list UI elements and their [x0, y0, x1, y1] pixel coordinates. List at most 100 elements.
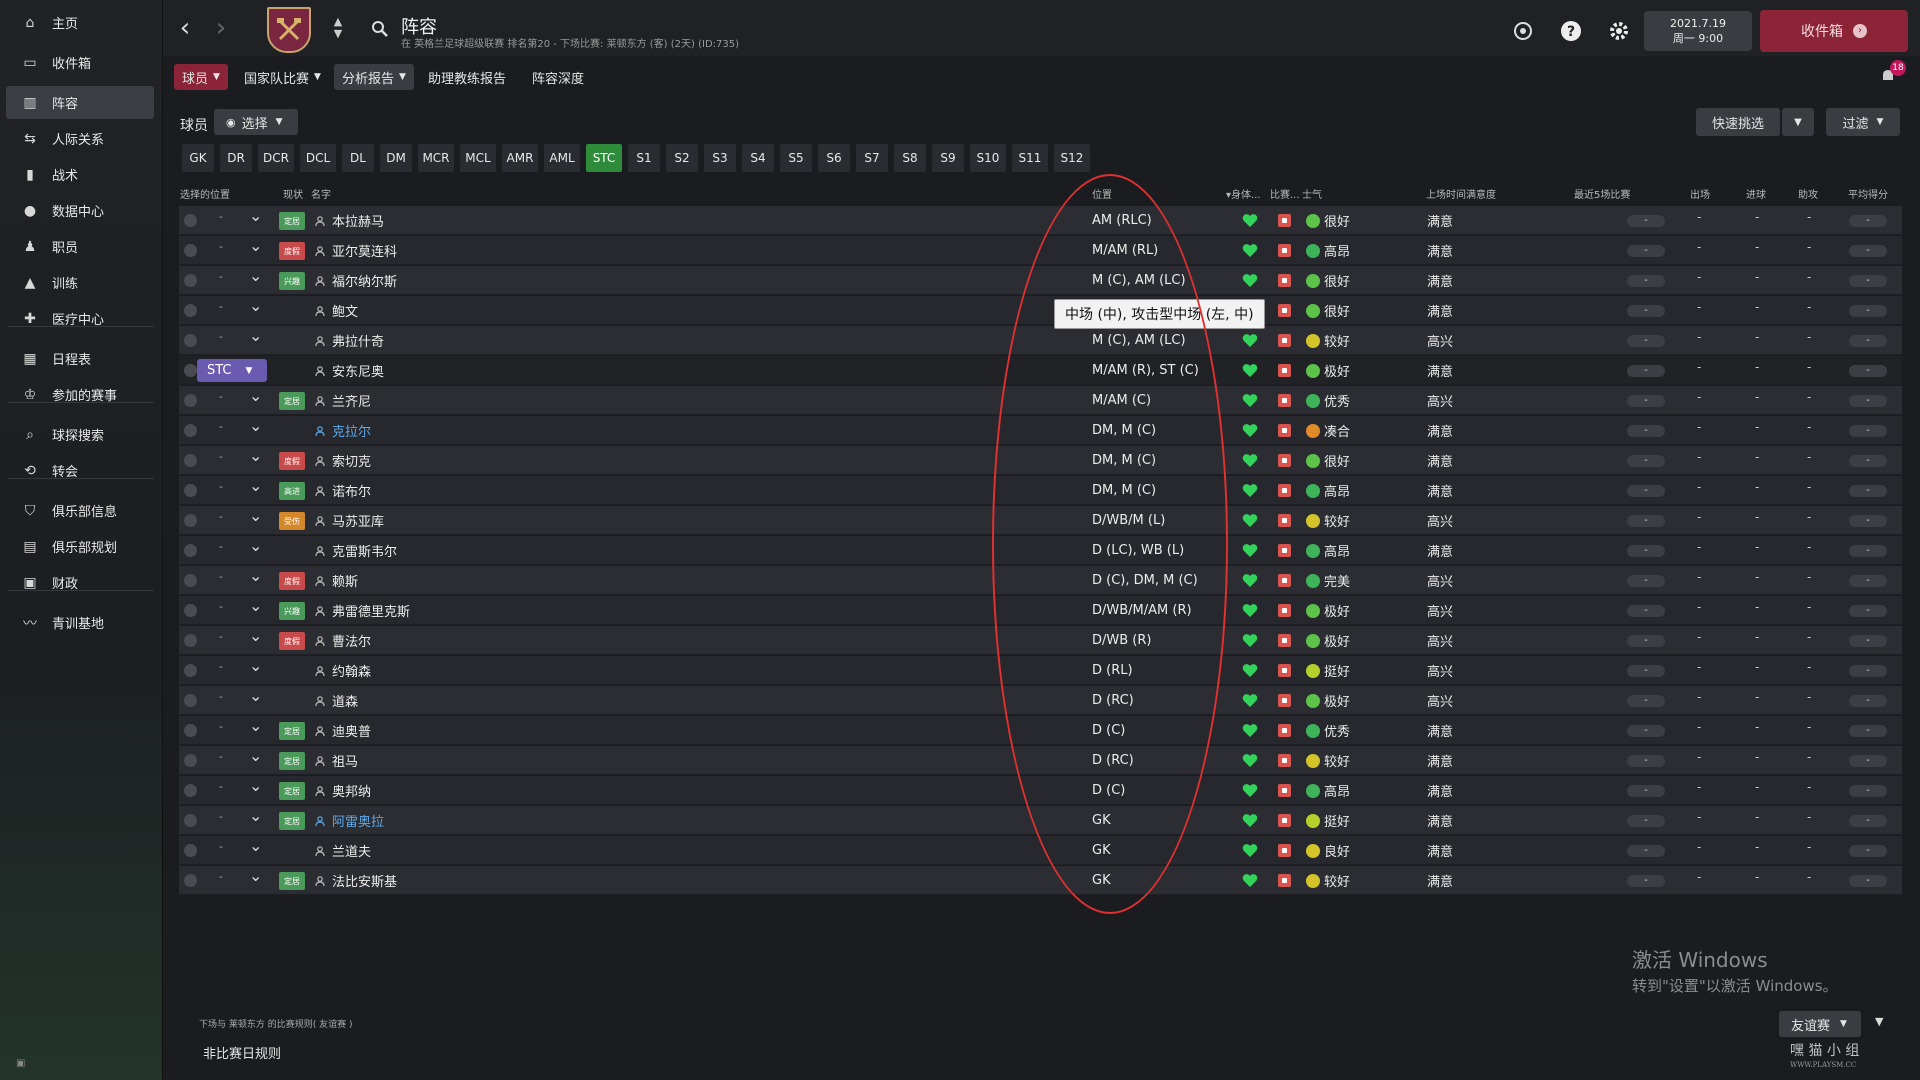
notification-bell[interactable]: 18: [1880, 60, 1906, 82]
tab-squad-depth[interactable]: 阵容深度: [524, 64, 592, 90]
col-last-5[interactable]: 最近5场比赛: [1574, 186, 1630, 201]
player-name[interactable]: 祖马: [332, 746, 358, 775]
chevron-down-icon[interactable]: ⌄: [249, 446, 262, 465]
sidebar-item-scouting[interactable]: ⌕ 球探搜索: [6, 418, 154, 451]
player-name[interactable]: 鲍文: [332, 296, 358, 325]
table-row[interactable]: - ⌄ 高进 诺布尔 DM, M (C) 高昂 满意 - - - - -: [179, 476, 1902, 505]
fm-icon[interactable]: [1511, 19, 1535, 43]
col-playing-time[interactable]: 上场时间满意度: [1426, 186, 1496, 201]
switch-team-arrows[interactable]: ▲ ▼: [331, 16, 345, 40]
table-row[interactable]: - ⌄ 约翰森 D (RL) 挺好 高兴 - - - - -: [179, 656, 1902, 685]
row-select-checkbox[interactable]: [184, 274, 197, 287]
table-row[interactable]: - ⌄ 度假 曹法尔 D/WB (R) 极好 高兴 - - - - -: [179, 626, 1902, 655]
col-name[interactable]: 名字: [311, 186, 331, 201]
chevron-down-icon[interactable]: ⌄: [249, 566, 262, 585]
sidebar-item-staff[interactable]: ♟ 职员: [6, 230, 154, 263]
player-name[interactable]: 福尔纳尔斯: [332, 266, 397, 295]
row-select-checkbox[interactable]: [184, 394, 197, 407]
sidebar-item-data-hub[interactable]: ● 数据中心: [6, 194, 154, 227]
chevron-down-icon[interactable]: ⌄: [249, 476, 262, 495]
player-name[interactable]: 赖斯: [332, 566, 358, 595]
inbox-continue-button[interactable]: 收件箱 ›: [1760, 10, 1908, 52]
sidebar-item-inbox[interactable]: ▭ 收件箱: [6, 46, 154, 79]
chevron-down-icon[interactable]: ⌄: [249, 716, 262, 735]
chevron-down-icon[interactable]: ⌄: [249, 506, 262, 525]
table-row[interactable]: - ⌄ 定居 奥邦纳 D (C) 高昂 满意 - - - - -: [179, 776, 1902, 805]
sidebar-item-home[interactable]: ⌂ 主页: [6, 6, 154, 39]
position-tab-dcr[interactable]: DCR: [258, 144, 294, 172]
position-tab-s4[interactable]: S4: [742, 144, 774, 172]
row-select-checkbox[interactable]: [184, 424, 197, 437]
row-select-checkbox[interactable]: [184, 664, 197, 677]
col-status[interactable]: 现状: [283, 186, 303, 201]
col-avg-rating[interactable]: 平均得分: [1848, 186, 1888, 201]
player-name[interactable]: 弗拉什奇: [332, 326, 384, 355]
collapse-chevron-icon[interactable]: ▼: [1875, 1015, 1883, 1028]
row-select-checkbox[interactable]: [184, 574, 197, 587]
row-select-checkbox[interactable]: [184, 874, 197, 887]
sidebar-item-training[interactable]: ▲ 训练: [6, 266, 154, 299]
row-select-checkbox[interactable]: [184, 784, 197, 797]
position-tab-s10[interactable]: S10: [970, 144, 1006, 172]
player-name[interactable]: 法比安斯基: [332, 866, 397, 895]
chevron-down-icon[interactable]: ⌄: [249, 536, 262, 555]
tab-assistant-report[interactable]: 助理教练报告: [420, 64, 514, 90]
table-row[interactable]: - ⌄ 度假 亚尔莫连科 M/AM (RL) 高昂 满意 - - - - -: [179, 236, 1902, 265]
status-badge[interactable]: 兴趣: [279, 602, 305, 620]
player-name[interactable]: 克拉尔: [332, 416, 371, 445]
player-name[interactable]: 诺布尔: [332, 476, 371, 505]
position-tab-s2[interactable]: S2: [666, 144, 698, 172]
table-row[interactable]: - ⌄ 定居 本拉赫马 AM (RLC) 很好 满意 - - - - -: [179, 206, 1902, 235]
chevron-down-icon[interactable]: ⌄: [249, 266, 262, 285]
chevron-down-icon[interactable]: ⌄: [249, 326, 262, 345]
row-select-checkbox[interactable]: [184, 244, 197, 257]
position-tab-aml[interactable]: AML: [544, 144, 580, 172]
table-row[interactable]: - ⌄ 定居 祖马 D (RC) 较好 满意 - - - - -: [179, 746, 1902, 775]
chevron-down-icon[interactable]: ⌄: [249, 296, 262, 315]
player-name[interactable]: 本拉赫马: [332, 206, 384, 235]
quick-pick-dropdown[interactable]: ▼: [1782, 108, 1814, 136]
sidebar-item-medical[interactable]: ✚ 医疗中心: [6, 302, 154, 335]
quick-pick-button[interactable]: 快速挑选: [1696, 108, 1780, 136]
row-select-checkbox[interactable]: [184, 844, 197, 857]
sidebar-item-trophy[interactable]: ♔ 参加的赛事: [6, 378, 154, 411]
chevron-down-icon[interactable]: ⌄: [249, 386, 262, 405]
chevron-down-icon[interactable]: ⌄: [249, 416, 262, 435]
position-tab-stc[interactable]: STC: [586, 144, 622, 172]
col-match-sharpness[interactable]: 比赛...: [1270, 186, 1300, 201]
position-tab-s9[interactable]: S9: [932, 144, 964, 172]
status-badge[interactable]: 定居: [279, 782, 305, 800]
table-row[interactable]: - ⌄ 定居 阿雷奥拉 GK 挺好 满意 - - - - -: [179, 806, 1902, 835]
status-badge[interactable]: 定居: [279, 722, 305, 740]
tab-international[interactable]: 国家队比赛 ▼: [236, 64, 329, 90]
table-row[interactable]: - ⌄ 度假 赖斯 D (C), DM, M (C) 完美 高兴 - - - - -: [179, 566, 1902, 595]
row-select-checkbox[interactable]: [184, 334, 197, 347]
table-row[interactable]: - ⌄ 鲍文 很好 满意 - - - - -: [179, 296, 1902, 325]
sidebar-item-calendar[interactable]: ▦ 日程表: [6, 342, 154, 375]
table-row[interactable]: - ⌄ 度假 索切克 DM, M (C) 很好 满意 - - - - -: [179, 446, 1902, 475]
status-badge[interactable]: 度假: [279, 242, 305, 260]
sidebar-footer-icon[interactable]: ▣: [16, 1058, 25, 1069]
status-badge[interactable]: 定居: [279, 752, 305, 770]
row-select-checkbox[interactable]: [184, 754, 197, 767]
table-row[interactable]: - ⌄ 弗拉什奇 M (C), AM (LC) 较好 高兴 - - - - -: [179, 326, 1902, 355]
row-select-checkbox[interactable]: [184, 514, 197, 527]
player-name[interactable]: 奥邦纳: [332, 776, 371, 805]
player-name[interactable]: 阿雷奥拉: [332, 806, 384, 835]
row-select-checkbox[interactable]: [184, 304, 197, 317]
sidebar-item-transfers[interactable]: ⟲ 转会: [6, 454, 154, 487]
forward-icon[interactable]: ›: [209, 15, 233, 44]
table-row[interactable]: - ⌄ 兰道夫 GK 良好 满意 - - - - -: [179, 836, 1902, 865]
position-tab-s8[interactable]: S8: [894, 144, 926, 172]
position-tab-s7[interactable]: S7: [856, 144, 888, 172]
chevron-down-icon[interactable]: ⌄: [249, 626, 262, 645]
position-tab-s1[interactable]: S1: [628, 144, 660, 172]
table-row[interactable]: - ⌄ 道森 D (RC) 极好 高兴 - - - - -: [179, 686, 1902, 715]
friendly-dropdown[interactable]: 友谊赛 ▼: [1779, 1011, 1861, 1037]
sidebar-item-finances[interactable]: ▣ 财政: [6, 566, 154, 599]
col-assists[interactable]: 助攻: [1798, 186, 1818, 201]
position-tab-dm[interactable]: DM: [380, 144, 412, 172]
chevron-down-icon[interactable]: ⌄: [249, 656, 262, 675]
player-name[interactable]: 亚尔莫连科: [332, 236, 397, 265]
sidebar-item-relationships[interactable]: ⇆ 人际关系: [6, 122, 154, 155]
